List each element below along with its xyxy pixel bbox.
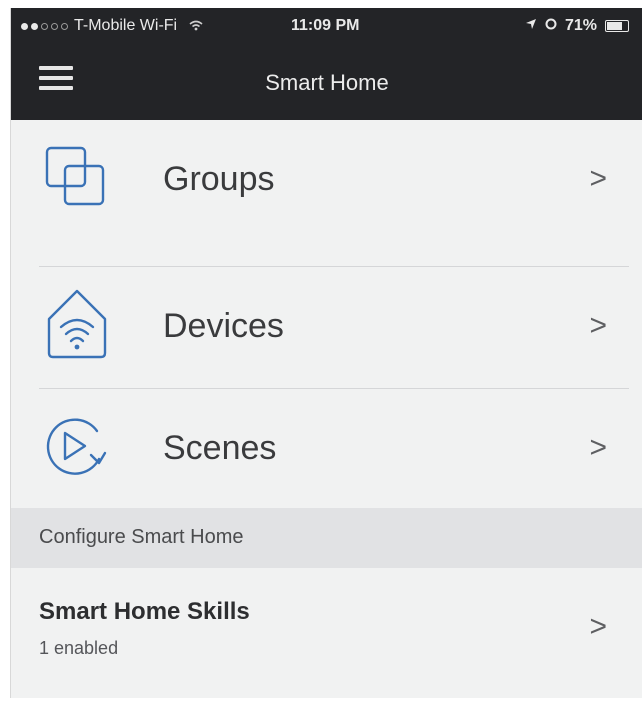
section-header: Configure Smart Home bbox=[11, 508, 642, 568]
smart-home-skills-row[interactable]: Smart Home Skills 1 enabled > bbox=[11, 568, 642, 698]
scenes-label: Scenes bbox=[163, 429, 277, 467]
scenes-play-icon bbox=[39, 411, 119, 483]
location-arrow-icon bbox=[525, 17, 537, 35]
chevron-right-icon: > bbox=[589, 162, 607, 195]
devices-label: Devices bbox=[163, 307, 284, 345]
chevron-right-icon: > bbox=[589, 431, 607, 464]
battery-icon bbox=[605, 20, 629, 32]
devices-home-wifi-icon bbox=[39, 285, 119, 359]
alarm-icon bbox=[545, 17, 557, 35]
chevron-right-icon: > bbox=[589, 610, 607, 643]
battery-percent: 71% bbox=[564, 17, 597, 34]
signal-strength-icon bbox=[21, 22, 68, 30]
status-left: T-Mobile Wi-Fi bbox=[21, 17, 203, 35]
status-bar: T-Mobile Wi-Fi 11:09 PM 71% bbox=[11, 8, 642, 44]
phone-screen: T-Mobile Wi-Fi 11:09 PM 71% Smart Home G… bbox=[10, 8, 642, 698]
wifi-icon bbox=[189, 19, 203, 34]
scenes-row[interactable]: Scenes > bbox=[11, 389, 642, 507]
devices-row[interactable]: Devices > bbox=[11, 267, 642, 385]
section-header-label: Configure Smart Home bbox=[39, 526, 244, 548]
groups-icon bbox=[39, 142, 119, 214]
navigation-bar: Smart Home bbox=[11, 44, 642, 120]
chevron-right-icon: > bbox=[589, 309, 607, 342]
groups-label: Groups bbox=[163, 160, 275, 198]
carrier-label: T-Mobile Wi-Fi bbox=[74, 17, 178, 34]
skills-subtitle: 1 enabled bbox=[39, 638, 119, 658]
groups-row[interactable]: Groups > bbox=[11, 120, 642, 238]
status-time: 11:09 PM bbox=[291, 17, 360, 34]
page-title: Smart Home bbox=[265, 70, 389, 95]
status-right: 71% bbox=[525, 17, 629, 35]
skills-title: Smart Home Skills bbox=[39, 598, 250, 625]
